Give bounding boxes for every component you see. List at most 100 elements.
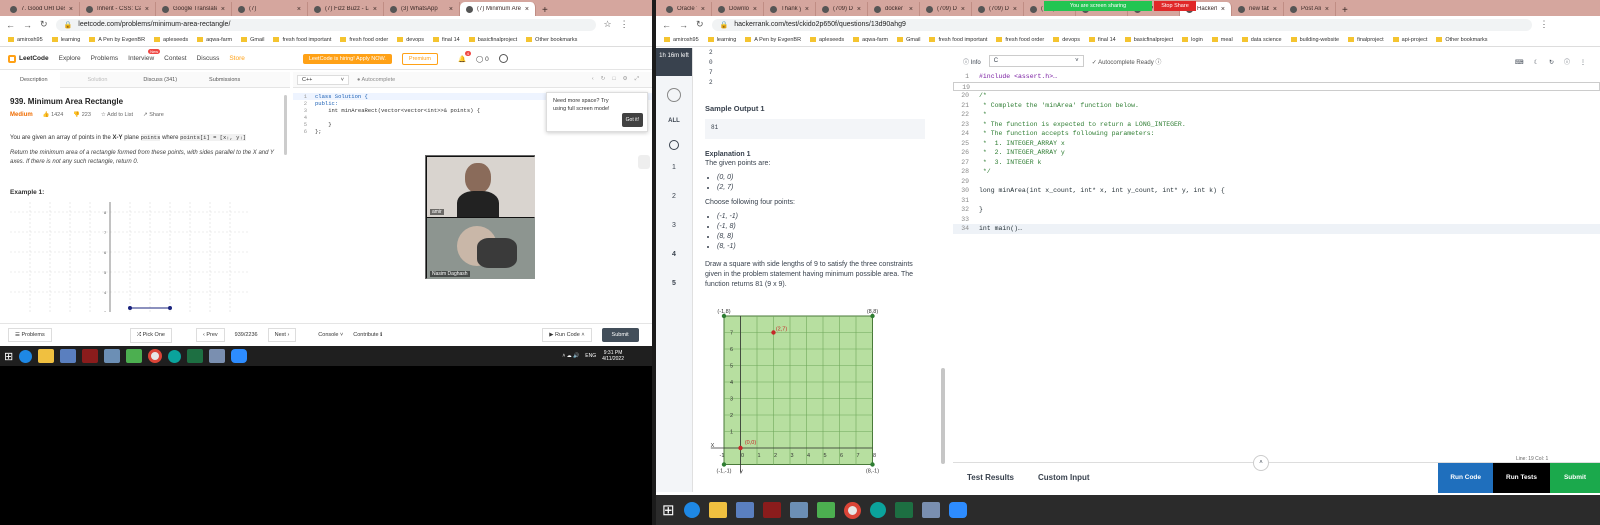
menu-icon[interactable]: ⋮ <box>1540 19 1549 30</box>
browser-tab[interactable]: Post Ali × <box>1284 2 1336 16</box>
close-tab-icon[interactable]: × <box>909 6 913 13</box>
browser-tab[interactable]: 7. Good URI Desig × <box>4 2 80 16</box>
autocomplete-ready[interactable]: ✓ Autocomplete Ready ⓘ <box>1092 57 1162 66</box>
autocomplete-toggle[interactable]: ● Autocomplete <box>357 77 395 83</box>
app-icon-green[interactable] <box>126 349 143 363</box>
explorer-icon[interactable] <box>38 349 55 363</box>
submit-button[interactable]: Submit <box>601 328 639 342</box>
browser-tab[interactable]: (3) WhatsApp × <box>384 2 460 16</box>
bookmark-item[interactable]: final 14 <box>433 37 460 43</box>
bookmark-item[interactable]: basicfinalproject <box>469 37 517 43</box>
reload-icon[interactable]: ↻ <box>696 19 704 30</box>
back-icon[interactable]: ← <box>662 20 671 30</box>
bookmark-item[interactable]: api-project <box>1393 37 1428 43</box>
custom-input-tab[interactable]: Custom Input <box>1038 473 1090 482</box>
browser-tab[interactable]: (709) Do × <box>816 2 868 16</box>
address-bar[interactable]: 🔒 hackerrank.com/test/ckido2p650f/questi… <box>711 18 1532 31</box>
bookmark-item[interactable]: A Pen by EvgenBR <box>89 37 145 43</box>
address-bar[interactable]: 🔒 leetcode.com/problems/minimum-area-rec… <box>55 18 596 31</box>
bookmark-item[interactable]: fresh food order <box>996 37 1044 43</box>
virtualbox-icon[interactable] <box>921 502 940 518</box>
bookmark-item[interactable]: basicfinalproject <box>1125 37 1173 43</box>
bookmark-item[interactable]: learning <box>52 37 81 43</box>
zoom-icon[interactable] <box>231 349 248 363</box>
zoom-icon[interactable] <box>948 502 967 518</box>
edge-new-icon[interactable] <box>168 349 182 363</box>
next-button[interactable]: Next › <box>267 328 297 342</box>
left-scrollbar[interactable] <box>284 95 287 155</box>
browser-tab[interactable]: Oracle VM × <box>660 2 712 16</box>
reload-icon[interactable]: ↻ <box>40 19 48 30</box>
bookmark-item[interactable]: meal <box>1212 37 1233 43</box>
tray-icons[interactable]: ˄ ☁ 🔊 <box>562 353 579 359</box>
avatar-icon[interactable] <box>498 54 508 63</box>
close-tab-icon[interactable]: × <box>857 6 861 13</box>
nav-interview[interactable]: Interview New <box>128 49 161 62</box>
bookmark-item[interactable]: apleseeds <box>154 37 188 43</box>
browser-tab[interactable]: (709) Do × <box>972 2 1024 16</box>
question-number-1[interactable]: 1 <box>656 164 692 171</box>
browser-tab[interactable]: Google Translate × <box>156 2 232 16</box>
nav-store[interactable]: Store <box>229 55 245 62</box>
editor-icons[interactable]: ‹↻□⚙⤢ <box>592 76 652 83</box>
browser-tab[interactable]: (7) Fizz Buzz - Le × <box>308 2 384 16</box>
close-tab-icon[interactable]: × <box>449 6 453 13</box>
browser-tab[interactable]: docker V × <box>868 2 920 16</box>
side-collapse-handle[interactable] <box>638 155 650 169</box>
back-icon[interactable]: ← <box>6 20 15 30</box>
bookmark-item[interactable]: Other bookmarks <box>526 37 577 43</box>
video-call-panel[interactable]: amir Nasim Daghash <box>425 155 535 279</box>
got-it-button[interactable]: Got it! <box>621 113 643 127</box>
hr-submit-button[interactable]: Submit <box>1549 462 1600 493</box>
info-icon[interactable] <box>669 140 679 150</box>
scroll-up-icon[interactable]: ˄ <box>1253 455 1269 471</box>
problems-button[interactable]: ☰ Problems <box>8 328 52 342</box>
tab-discuss[interactable]: Discuss (341) <box>121 77 191 83</box>
language-indicator[interactable]: ENG <box>585 353 596 359</box>
browser-tab[interactable]: Inherit - CSS: Casc × <box>80 2 156 16</box>
tab-submissions[interactable]: Submissions <box>191 77 250 83</box>
windows-start-icon[interactable]: ⊞ <box>4 350 13 363</box>
close-tab-icon[interactable]: × <box>145 6 149 13</box>
bookmark-item[interactable]: Gmail <box>897 37 920 43</box>
close-tab-icon[interactable]: × <box>525 6 529 13</box>
close-tab-icon[interactable]: × <box>1013 6 1017 13</box>
browser-tab[interactable]: (7) × <box>232 2 308 16</box>
close-tab-icon[interactable]: × <box>1221 6 1225 13</box>
app-icon-red[interactable] <box>82 349 99 363</box>
stop-share-button[interactable]: Stop Share <box>1154 1 1196 11</box>
share-button[interactable]: ↗ Share <box>143 112 164 118</box>
bookmark-item[interactable]: devops <box>1053 37 1080 43</box>
bookmark-item[interactable]: final 14 <box>1089 37 1116 43</box>
notification-icon[interactable]: 🔔 4 <box>458 50 472 63</box>
leetcode-logo[interactable]: LeetCode <box>8 54 49 63</box>
close-tab-icon[interactable]: × <box>1325 6 1329 13</box>
contribute-button[interactable]: Contribute ℹ <box>353 332 382 338</box>
run-code-button[interactable]: ▶ Run Code ˄ <box>542 328 592 342</box>
bookmark-item[interactable]: devops <box>397 37 424 43</box>
browser-tab[interactable]: (709) Do × <box>920 2 972 16</box>
remote-desktop-icon[interactable] <box>60 349 77 363</box>
close-tab-icon[interactable]: × <box>753 6 757 13</box>
star-icon[interactable]: ☆ <box>604 19 612 30</box>
windows-start-icon[interactable]: ⊞ <box>662 501 675 519</box>
bookmark-item[interactable]: building-website <box>1291 37 1339 43</box>
nav-discuss[interactable]: Discuss <box>197 55 220 62</box>
browser-tab[interactable]: new tab × <box>1232 2 1284 16</box>
close-tab-icon[interactable]: × <box>69 6 73 13</box>
coins-icon[interactable]: ◯ 0 <box>476 55 489 63</box>
virtualbox-icon[interactable] <box>209 349 226 363</box>
browser-tab[interactable]: (7) Minimum Are × <box>460 2 536 16</box>
problem-scrollbar[interactable] <box>941 368 945 464</box>
bookmark-item[interactable]: fresh food order <box>340 37 388 43</box>
add-to-list-button[interactable]: ☆ Add to List <box>101 112 133 118</box>
bookmark-item[interactable]: Gmail <box>241 37 264 43</box>
forward-icon[interactable]: → <box>23 20 32 30</box>
app-icon-blue[interactable] <box>789 502 808 518</box>
dislike-button[interactable]: 👎 223 <box>73 112 91 118</box>
tab-description[interactable]: Description <box>0 71 60 88</box>
bookmark-item[interactable]: data science <box>1242 37 1282 43</box>
bookmark-item[interactable]: amirosh95 <box>664 37 699 43</box>
explorer-icon[interactable] <box>708 502 727 518</box>
close-tab-icon[interactable]: × <box>1273 6 1277 13</box>
